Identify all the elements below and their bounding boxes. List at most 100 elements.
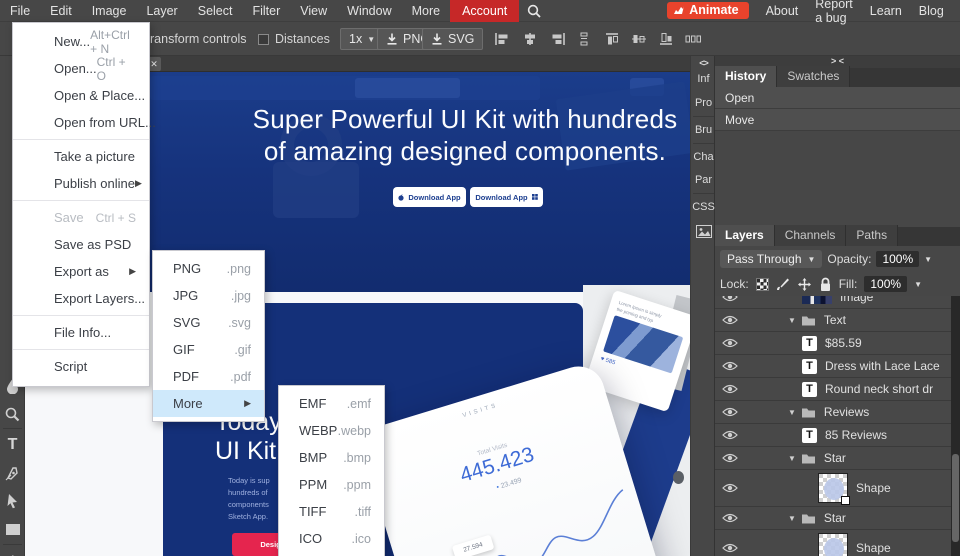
distribute-horizontal-icon[interactable] — [685, 22, 701, 56]
blend-mode-select[interactable]: Pass Through ▼ — [720, 250, 823, 268]
export-svg-button[interactable]: SVG — [422, 22, 484, 56]
menu-item-ico[interactable]: ICO .ico — [279, 525, 384, 552]
layer-row-text[interactable]: T Round neck short dr — [715, 378, 951, 401]
visibility-eye-icon[interactable] — [722, 315, 738, 325]
align-top-icon[interactable] — [604, 22, 620, 56]
menu-edit[interactable]: Edit — [40, 0, 82, 22]
menu-item-jpg[interactable]: JPG .jpg — [153, 282, 264, 309]
layer-row-text[interactable]: T Dress with Lace Lace — [715, 355, 951, 378]
chevron-down-icon[interactable]: ▼ — [924, 255, 932, 264]
menu-item-file-info[interactable]: File Info... — [13, 319, 149, 346]
layer-row-folder[interactable]: ▼ Text — [715, 309, 951, 332]
menu-item-bmp[interactable]: BMP .bmp — [279, 444, 384, 471]
menu-item-save-as-psd[interactable]: Save as PSD — [13, 231, 149, 258]
visibility-eye-icon[interactable] — [722, 543, 738, 553]
account-button[interactable]: Account — [450, 0, 520, 22]
lock-transparency-icon[interactable] — [755, 277, 769, 291]
menu-item-svg[interactable]: SVG .svg — [153, 309, 264, 336]
strip-item-properties[interactable]: Pro — [691, 92, 716, 114]
pen-tool-icon[interactable] — [0, 460, 25, 486]
lock-position-move-icon[interactable] — [797, 277, 812, 292]
collapse-arrow-icon[interactable]: ▼ — [788, 454, 796, 463]
visibility-eye-icon[interactable] — [722, 296, 738, 302]
layer-row-shape[interactable]: Shape — [715, 470, 951, 507]
rectangle-tool-icon[interactable] — [0, 516, 25, 542]
menu-more[interactable]: More — [402, 0, 450, 22]
menu-item-png[interactable]: PNG .png — [153, 255, 264, 282]
layer-row-shape[interactable]: Shape — [715, 530, 951, 556]
strip-item-info[interactable]: Inf — [691, 68, 716, 90]
menu-item-open-from-url[interactable]: Open from URL... — [13, 109, 156, 136]
visibility-eye-icon[interactable] — [722, 407, 738, 417]
menu-item-ppm[interactable]: PPM .ppm — [279, 471, 384, 498]
visibility-eye-icon[interactable] — [722, 430, 738, 440]
align-center-horizontal-icon[interactable] — [522, 22, 538, 56]
strip-item-css[interactable]: CSS — [691, 196, 716, 218]
menu-view[interactable]: View — [290, 0, 337, 22]
fill-value[interactable]: 100% — [864, 276, 908, 292]
layer-thumbnail[interactable] — [818, 533, 848, 556]
link-about[interactable]: About — [766, 4, 799, 18]
layer-thumbnail[interactable] — [818, 473, 850, 505]
menu-item-open-and-place[interactable]: Open & Place... — [13, 82, 149, 109]
visibility-eye-icon[interactable] — [722, 513, 738, 523]
search-icon[interactable] — [519, 4, 549, 18]
align-bottom-icon[interactable] — [658, 22, 674, 56]
checkbox-icon[interactable] — [258, 33, 269, 45]
align-middle-icon[interactable] — [631, 22, 647, 56]
menu-item-tiff[interactable]: TIFF .tiff — [279, 498, 384, 525]
dodge-tool-icon[interactable] — [0, 401, 25, 427]
menu-item-export-as[interactable]: Export as ▶ — [13, 258, 149, 285]
history-step-open[interactable]: Open — [715, 87, 960, 109]
image-panel-icon[interactable] — [691, 220, 716, 242]
download-app-button-ios[interactable]: Download App — [393, 187, 466, 207]
download-app-button-windows[interactable]: Download App — [470, 187, 543, 207]
menu-image[interactable]: Image — [82, 0, 137, 22]
path-select-tool-icon[interactable] — [0, 488, 25, 514]
menu-item-pdf[interactable]: PDF .pdf — [153, 363, 264, 390]
menu-item-gif[interactable]: GIF .gif — [153, 336, 264, 363]
layer-row-folder[interactable]: ▼ Star — [715, 507, 951, 530]
tab-channels[interactable]: Channels — [774, 225, 847, 246]
layer-row-image[interactable]: Image — [715, 296, 951, 309]
menu-item-open[interactable]: Open... Ctrl + O — [13, 55, 149, 83]
layer-row-folder[interactable]: ▼ Star — [715, 447, 951, 470]
align-left-icon[interactable] — [494, 22, 510, 56]
menu-item-export-layers[interactable]: Export Layers... — [13, 285, 149, 312]
visibility-eye-icon[interactable] — [722, 483, 738, 493]
opacity-value[interactable]: 100% — [876, 251, 920, 267]
strip-item-brush[interactable]: Bru — [691, 119, 716, 141]
animate-button[interactable]: Animate — [667, 2, 749, 19]
layer-row-folder[interactable]: ▼ Reviews — [715, 401, 951, 424]
type-tool-icon[interactable]: T — [0, 432, 25, 458]
collapse-arrow-icon[interactable]: ▼ — [788, 316, 796, 325]
layer-thumbnail[interactable] — [802, 296, 832, 304]
layer-row-text[interactable]: T 85 Reviews — [715, 424, 951, 447]
link-learn[interactable]: Learn — [870, 4, 902, 18]
menu-window[interactable]: Window — [337, 0, 401, 22]
tab-history[interactable]: History — [715, 66, 778, 87]
expand-panels-icon[interactable]: <> — [691, 58, 716, 68]
menu-item-webp[interactable]: WEBP .webp — [279, 417, 384, 444]
menu-item-script[interactable]: Script — [13, 353, 149, 380]
menu-item-emf[interactable]: EMF .emf — [279, 390, 384, 417]
align-right-icon[interactable] — [550, 22, 566, 56]
lock-paint-brush-icon[interactable] — [776, 277, 790, 291]
link-report-a-bug[interactable]: Report a bug — [815, 0, 853, 25]
tab-swatches[interactable]: Swatches — [777, 66, 851, 87]
visibility-eye-icon[interactable] — [722, 384, 738, 394]
history-step-move[interactable]: Move — [715, 109, 960, 131]
link-blog[interactable]: Blog — [919, 4, 944, 18]
scrollbar-thumb[interactable] — [952, 454, 959, 542]
tab-paths[interactable]: Paths — [846, 225, 899, 246]
collapse-arrow-icon[interactable]: ▼ — [788, 514, 796, 523]
hand-tool-icon[interactable] — [0, 548, 25, 556]
chevron-down-icon[interactable]: ▼ — [914, 280, 922, 289]
menu-item-more[interactable]: More ▶ — [153, 390, 264, 417]
menu-item-take-a-picture[interactable]: Take a picture — [13, 143, 149, 170]
visibility-eye-icon[interactable] — [722, 453, 738, 463]
lock-all-padlock-icon[interactable] — [819, 277, 832, 292]
tab-layers[interactable]: Layers — [715, 225, 775, 246]
menu-item-publish-online[interactable]: Publish online ▶ — [13, 170, 149, 197]
distances-checkbox[interactable]: Distances — [258, 22, 330, 56]
